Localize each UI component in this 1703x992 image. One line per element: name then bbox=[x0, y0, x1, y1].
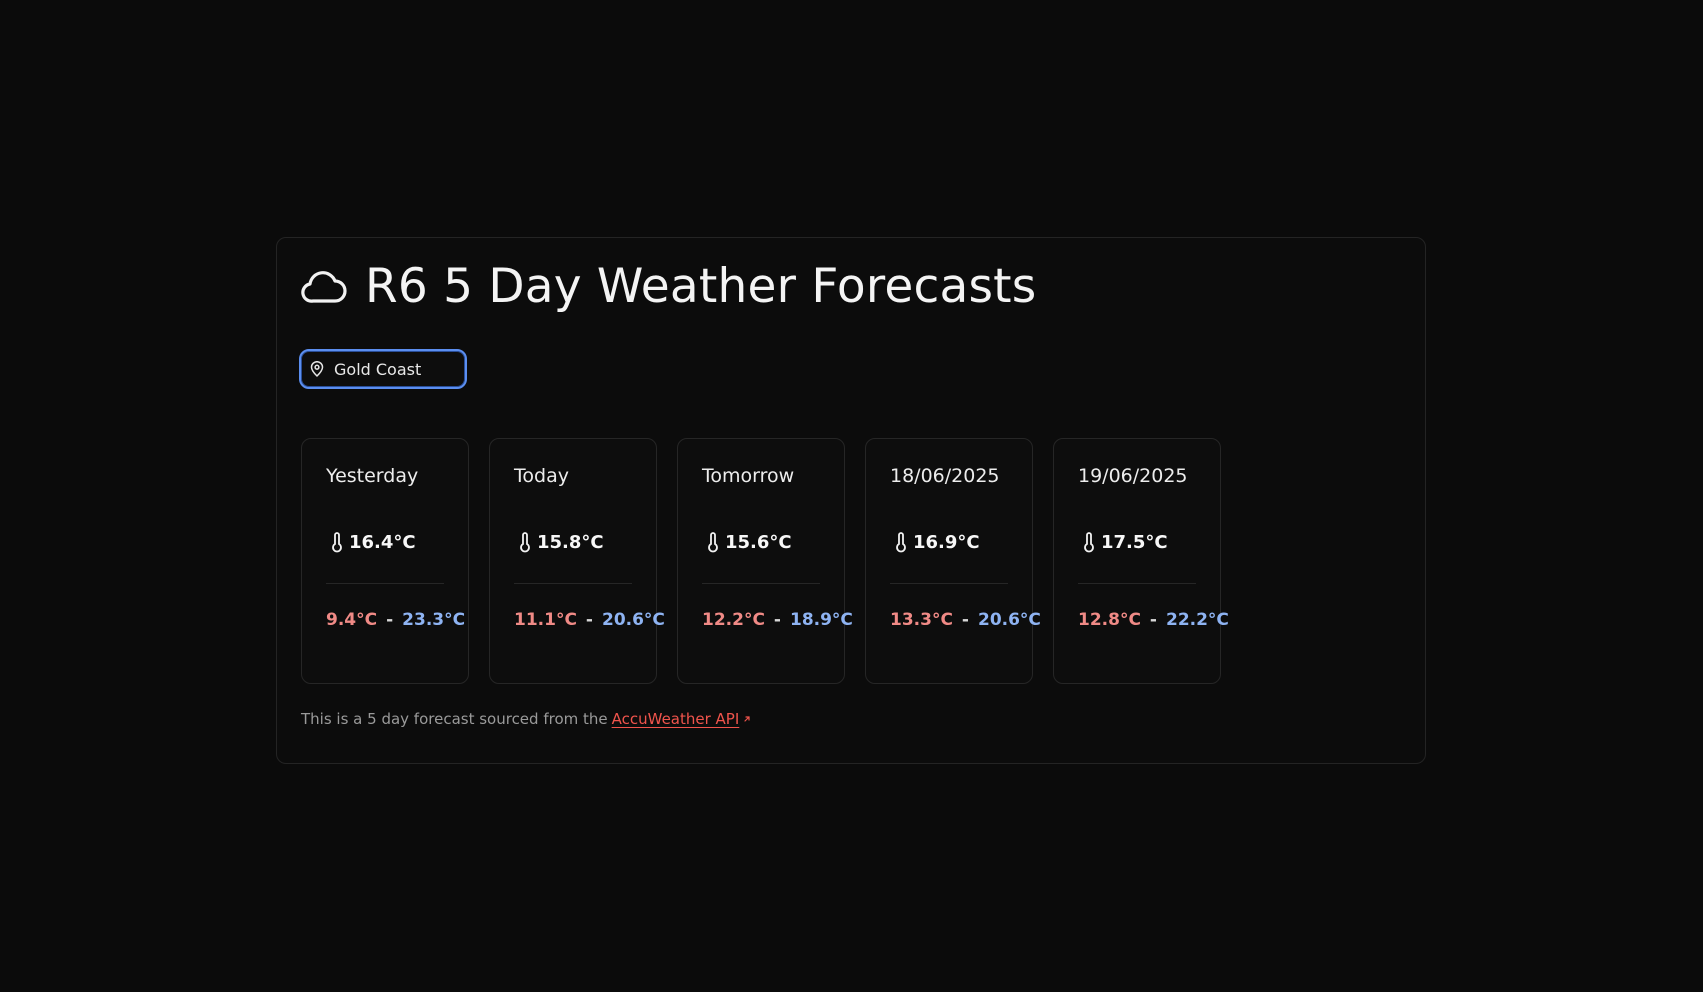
thermometer-icon bbox=[326, 530, 348, 554]
min-temp: 9.4°C bbox=[326, 610, 378, 630]
divider bbox=[890, 583, 1008, 584]
max-temp: 22.2°C bbox=[1165, 610, 1229, 630]
external-link-icon bbox=[743, 715, 751, 723]
current-temp: 15.6°C bbox=[702, 530, 792, 554]
thermometer-icon bbox=[890, 530, 912, 554]
divider bbox=[326, 583, 444, 584]
range-separator: - bbox=[1149, 610, 1157, 630]
temp-value: 15.8°C bbox=[537, 531, 604, 553]
temp-range: 9.4°C - 23.3°C bbox=[326, 610, 465, 630]
range-separator: - bbox=[386, 610, 394, 630]
thermometer-icon bbox=[514, 530, 536, 554]
footer-text: This is a 5 day forecast sourced from th… bbox=[301, 710, 608, 728]
temp-value: 16.4°C bbox=[349, 531, 416, 553]
max-temp: 23.3°C bbox=[402, 610, 466, 630]
forecast-cards: Yesterday 16.4°C 9.4°C - 23.3°C Today 15… bbox=[301, 438, 1229, 684]
temp-range: 12.2°C - 18.9°C bbox=[702, 610, 853, 630]
temp-range: 13.3°C - 20.6°C bbox=[890, 610, 1041, 630]
forecast-card: Tomorrow 15.6°C 12.2°C - 18.9°C bbox=[677, 438, 853, 684]
max-temp: 20.6°C bbox=[601, 610, 665, 630]
max-temp: 18.9°C bbox=[789, 610, 853, 630]
header: R6 5 Day Weather Forecasts bbox=[301, 258, 1037, 314]
current-temp: 17.5°C bbox=[1078, 530, 1168, 554]
min-temp: 13.3°C bbox=[890, 610, 953, 630]
forecast-day: Tomorrow bbox=[702, 465, 795, 487]
range-separator: - bbox=[961, 610, 969, 630]
location-input-wrapper[interactable] bbox=[299, 349, 467, 389]
range-separator: - bbox=[585, 610, 593, 630]
current-temp: 16.9°C bbox=[890, 530, 980, 554]
accuweather-link[interactable]: AccuWeather API bbox=[612, 710, 740, 728]
forecast-card: Today 15.8°C 11.1°C - 20.6°C bbox=[489, 438, 665, 684]
divider bbox=[702, 583, 820, 584]
thermometer-icon bbox=[1078, 530, 1100, 554]
forecast-card: 19/06/2025 17.5°C 12.8°C - 22.2°C bbox=[1053, 438, 1229, 684]
temp-value: 15.6°C bbox=[725, 531, 792, 553]
forecast-day: Yesterday bbox=[326, 465, 419, 487]
temp-range: 11.1°C - 20.6°C bbox=[514, 610, 665, 630]
forecast-day: 18/06/2025 bbox=[890, 465, 1000, 487]
current-temp: 15.8°C bbox=[514, 530, 604, 554]
footer-note: This is a 5 day forecast sourced from th… bbox=[301, 710, 751, 728]
min-temp: 11.1°C bbox=[514, 610, 577, 630]
forecast-panel: R6 5 Day Weather Forecasts Yesterday 16.… bbox=[276, 237, 1426, 764]
forecast-day: Today bbox=[514, 465, 569, 487]
forecast-day: 19/06/2025 bbox=[1078, 465, 1188, 487]
range-separator: - bbox=[773, 610, 781, 630]
map-pin-icon bbox=[310, 361, 326, 377]
page-title: R6 5 Day Weather Forecasts bbox=[365, 258, 1037, 314]
cloud-icon bbox=[301, 266, 349, 306]
min-temp: 12.2°C bbox=[702, 610, 765, 630]
forecast-card: Yesterday 16.4°C 9.4°C - 23.3°C bbox=[301, 438, 469, 684]
min-temp: 12.8°C bbox=[1078, 610, 1141, 630]
divider bbox=[514, 583, 632, 584]
current-temp: 16.4°C bbox=[326, 530, 416, 554]
temp-value: 16.9°C bbox=[913, 531, 980, 553]
max-temp: 20.6°C bbox=[977, 610, 1041, 630]
forecast-card: 18/06/2025 16.9°C 13.3°C - 20.6°C bbox=[865, 438, 1041, 684]
temp-value: 17.5°C bbox=[1101, 531, 1168, 553]
temp-range: 12.8°C - 22.2°C bbox=[1078, 610, 1229, 630]
thermometer-icon bbox=[702, 530, 724, 554]
divider bbox=[1078, 583, 1196, 584]
location-input[interactable] bbox=[334, 359, 454, 379]
